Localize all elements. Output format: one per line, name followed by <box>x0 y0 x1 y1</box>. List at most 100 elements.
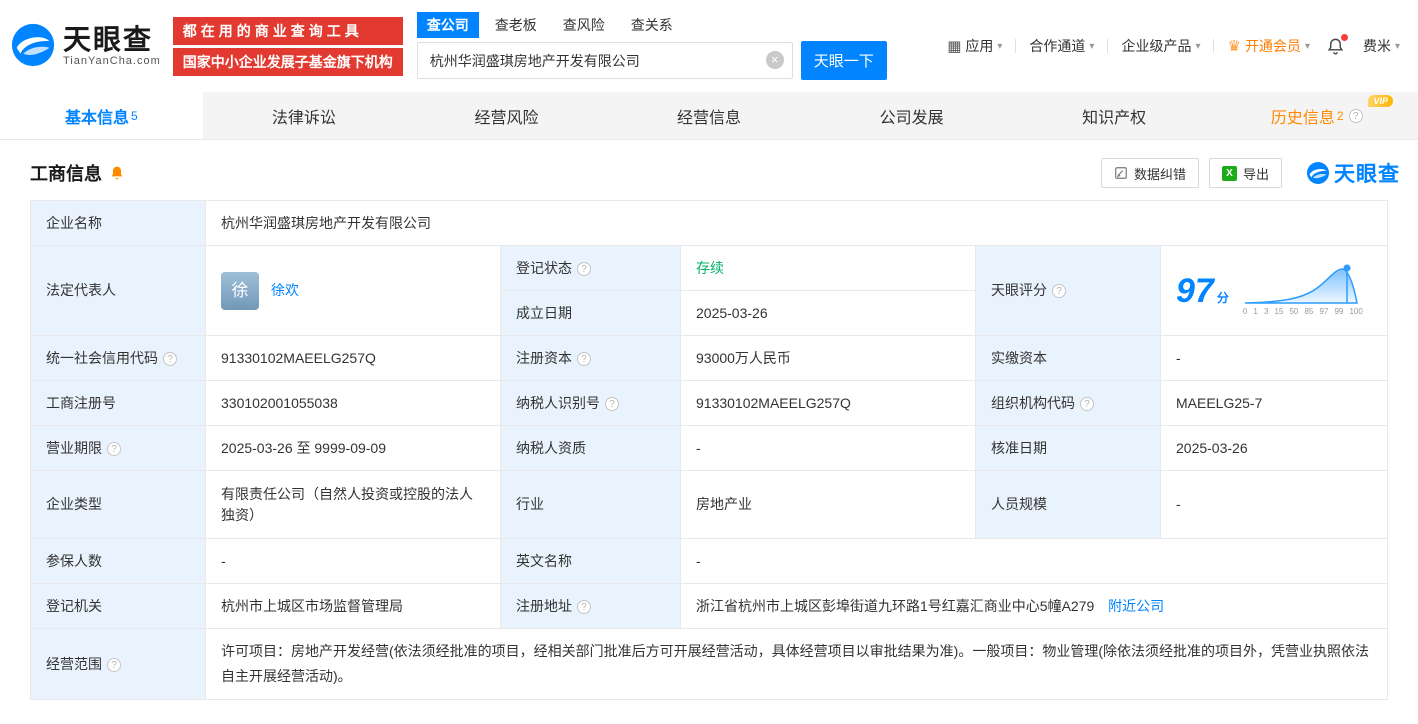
field-value-company-type: 有限责任公司（自然人投资或控股的法人独资） <box>205 470 501 539</box>
tab-operation-info-label: 经营信息 <box>677 109 742 127</box>
tab-company-development[interactable]: 公司发展 <box>810 92 1013 139</box>
field-value-business-scope: 许可项目：房地产开发经营(依法须经批准的项目，经相关部门批准后方可开展经营活动，… <box>205 627 1388 701</box>
chevron-down-icon: ▾ <box>1394 40 1400 52</box>
nav-divider <box>1015 39 1017 53</box>
clear-search-icon[interactable]: × <box>765 51 784 69</box>
nav-cooperation[interactable]: 合作通道 ▾ <box>1029 36 1094 56</box>
score-axis: 0 1 3 15 50 85 97 99 100 <box>1242 307 1363 316</box>
legal-rep-avatar: 徐 <box>221 271 259 310</box>
field-value-taxpayer-id: 91330102MAEELG257Q <box>680 380 976 426</box>
field-value-insured-count: - <box>205 538 501 584</box>
score-chart: 0 1 3 15 50 85 97 99 100 <box>1243 263 1363 318</box>
company-section-tabs: 基本信息 5 法律诉讼 经营风险 经营信息 公司发展 知识产权 VIP 历史信息… <box>0 92 1418 140</box>
search-button[interactable]: 天眼一下 <box>800 41 887 80</box>
field-label-score: 天眼评分? <box>975 245 1161 336</box>
field-label-paid-capital: 实缴资本 <box>975 335 1161 381</box>
nearby-companies-link[interactable]: 附近公司 <box>1108 598 1164 614</box>
help-icon[interactable]: ? <box>107 441 121 456</box>
logo-swoosh-icon <box>1307 162 1329 184</box>
tab-intellectual-property[interactable]: 知识产权 <box>1013 92 1216 139</box>
notification-dot <box>1340 33 1348 41</box>
section-title: 工商信息 <box>30 164 102 184</box>
search-tab-company[interactable]: 查公司 <box>416 12 479 38</box>
tab-company-development-label: 公司发展 <box>879 109 944 127</box>
field-label-industry: 行业 <box>500 470 681 539</box>
excel-icon: X <box>1221 165 1237 181</box>
field-label-credit-code: 统一社会信用代码? <box>30 335 206 381</box>
tab-basic-info-label: 基本信息 <box>64 109 129 127</box>
help-icon[interactable]: ? <box>1080 396 1094 411</box>
field-value-paid-capital: - <box>1160 335 1388 381</box>
search-area: 查公司 查老板 查风险 查关系 × 天眼一下 <box>416 12 887 80</box>
help-icon[interactable]: ? <box>1348 108 1363 123</box>
help-icon[interactable]: ? <box>605 396 619 411</box>
promo-banner: 都在用的商业查询工具 国家中小企业发展子基金旗下机构 <box>172 16 403 76</box>
logo-domain-text: TianYanCha.com <box>63 55 161 68</box>
tab-operation-risk-label: 经营风险 <box>474 109 539 127</box>
field-label-company-name: 企业名称 <box>30 200 206 246</box>
nav-divider <box>1213 39 1215 53</box>
field-value-reg-status: 存续 <box>680 245 976 291</box>
tab-history-info-count: 2 <box>1336 108 1344 123</box>
field-value-score: 97 分 0 1 3 15 50 85 97 99 100 <box>1160 245 1388 336</box>
legal-rep-link[interactable]: 徐欢 <box>271 280 299 301</box>
tab-legal-litigation[interactable]: 法律诉讼 <box>203 92 406 139</box>
search-tab-boss[interactable]: 查老板 <box>485 12 547 38</box>
search-input[interactable] <box>416 42 793 79</box>
nav-apps[interactable]: ▦ 应用 ▾ <box>947 36 1002 56</box>
field-value-approval-date: 2025-03-26 <box>1160 425 1388 471</box>
field-label-english-name: 英文名称 <box>500 538 681 584</box>
field-label-business-term: 营业期限? <box>30 425 206 471</box>
business-info-header: 工商信息 数据纠错 X 导出 天眼查 <box>0 140 1418 200</box>
promo-line-2: 国家中小企业发展子基金旗下机构 <box>172 47 403 76</box>
tab-operation-risk[interactable]: 经营风险 <box>405 92 608 139</box>
chevron-down-icon: ▾ <box>1195 40 1201 52</box>
nav-enterprise-products[interactable]: 企业级产品 ▾ <box>1121 36 1200 56</box>
nav-apps-label: 应用 <box>965 38 994 54</box>
subscribe-bell-icon[interactable] <box>109 165 125 181</box>
score-unit: 分 <box>1216 290 1229 305</box>
score-number: 97 <box>1176 271 1214 310</box>
nav-user-menu[interactable]: 费米 ▾ <box>1363 36 1400 56</box>
nav-open-vip[interactable]: ♛ 开通会员 ▾ <box>1227 36 1309 56</box>
tianyancha-logo[interactable]: 天眼查 TianYanCha.com <box>10 22 161 71</box>
tab-operation-info[interactable]: 经营信息 <box>608 92 811 139</box>
tab-basic-info-count: 5 <box>130 108 138 123</box>
data-correction-button[interactable]: 数据纠错 <box>1100 158 1199 188</box>
field-value-reg-authority: 杭州市上城区市场监督管理局 <box>205 583 501 629</box>
nav-cooperation-label: 合作通道 <box>1029 38 1086 54</box>
field-label-establish-date: 成立日期 <box>500 290 681 336</box>
watermark-logo: 天眼查 <box>1306 158 1400 188</box>
tab-basic-info[interactable]: 基本信息 5 <box>0 92 203 139</box>
search-tab-relation[interactable]: 查关系 <box>621 12 683 38</box>
help-icon[interactable]: ? <box>577 599 591 614</box>
apps-grid-icon: ▦ <box>947 38 962 55</box>
tab-intellectual-property-label: 知识产权 <box>1082 109 1147 127</box>
field-value-establish-date: 2025-03-26 <box>680 290 976 336</box>
field-label-reg-address: 注册地址? <box>500 583 681 629</box>
field-value-reg-number: 330102001055038 <box>205 380 501 426</box>
vip-tag: VIP <box>1368 95 1393 107</box>
business-info-table: 企业名称 杭州华润盛琪房地产开发有限公司 法定代表人 徐 徐欢 登记状态? 存续… <box>30 200 1388 701</box>
field-value-reg-address: 浙江省杭州市上城区彭埠街道九环路1号红嘉汇商业中心5幢A279 附近公司 <box>680 583 1388 629</box>
field-value-reg-capital: 93000万人民币 <box>680 335 976 381</box>
nav-divider <box>1107 39 1109 53</box>
notification-bell-icon[interactable] <box>1326 33 1348 56</box>
tab-history-info[interactable]: VIP 历史信息 2 ? <box>1215 92 1418 139</box>
field-label-taxpayer-id: 纳税人识别号? <box>500 380 681 426</box>
watermark-text: 天眼查 <box>1334 163 1400 186</box>
help-icon[interactable]: ? <box>163 351 177 366</box>
field-label-approval-date: 核准日期 <box>975 425 1161 471</box>
top-nav: ▦ 应用 ▾ 合作通道 ▾ 企业级产品 ▾ ♛ 开通会员 ▾ 费米 ▾ <box>947 33 1400 56</box>
field-value-business-term: 2025-03-26 至 9999-09-09 <box>205 425 501 471</box>
help-icon[interactable]: ? <box>577 261 591 276</box>
export-button[interactable]: X 导出 <box>1208 158 1282 188</box>
help-icon[interactable]: ? <box>1052 284 1066 298</box>
data-correction-label: 数据纠错 <box>1133 166 1186 182</box>
search-tab-risk[interactable]: 查风险 <box>553 12 615 38</box>
chevron-down-icon: ▾ <box>1304 40 1310 52</box>
help-icon[interactable]: ? <box>577 351 591 366</box>
help-icon[interactable]: ? <box>107 657 121 672</box>
field-value-english-name: - <box>680 538 1388 584</box>
field-label-taxpayer-quality: 纳税人资质 <box>500 425 681 471</box>
